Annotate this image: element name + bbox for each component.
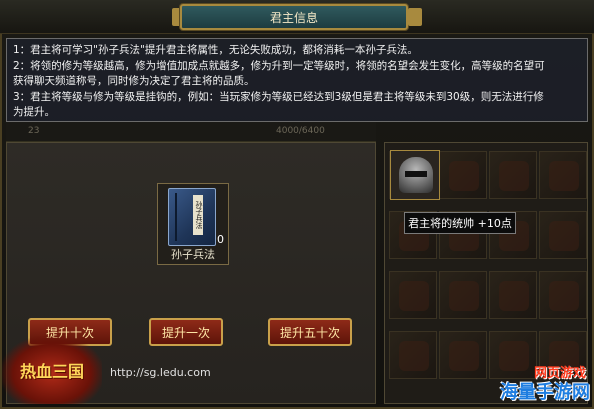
help-line: 3：君主将等级与修为等级是挂钩的，例如：当玩家修为等级已经达到3级但是君主将等级…: [13, 90, 544, 103]
title-bar: 君主信息: [0, 0, 594, 34]
equip-slot[interactable]: [489, 271, 537, 319]
title-ornament-right-icon: [408, 8, 422, 26]
help-line: 获得聊天频道称号，同时修为决定了君主将的品质。: [13, 75, 255, 87]
watermark-bottom: 海量手游网: [500, 382, 590, 403]
site-url[interactable]: http://sg.ledu.com: [110, 366, 211, 379]
help-line: 2：将领的修为等级越高，修为增值加成点就越多，修为升到一定等级时，将领的名望会发…: [13, 59, 545, 72]
helmet-slot[interactable]: [390, 150, 440, 200]
armor-icon: [449, 161, 479, 191]
help-line: 1：君主将可学习"孙子兵法"提升君主将属性，无论失败成功，都将消耗一本孙子兵法。: [13, 44, 418, 56]
item-name: 孙子兵法: [171, 248, 215, 261]
upgrade-one-button[interactable]: 提升一次: [149, 318, 223, 346]
equip-slot[interactable]: [439, 271, 487, 319]
equip-slot[interactable]: [439, 151, 487, 199]
item-count: 0: [217, 233, 224, 246]
equip-slot[interactable]: [389, 331, 437, 379]
game-logo: 热血三国: [2, 336, 102, 404]
armor-icon: [449, 281, 479, 311]
equip-slot[interactable]: [389, 271, 437, 319]
armor-icon: [549, 281, 579, 311]
window-title: 君主信息: [180, 4, 408, 30]
armor-icon: [399, 281, 429, 311]
equip-slot[interactable]: [489, 151, 537, 199]
upgrade-fifty-button[interactable]: 提升五十次: [268, 318, 352, 346]
stat-strip-left: 23: [28, 126, 40, 136]
watermark-logo: 网页游戏 海量手游网: [472, 362, 592, 407]
item-slot-sunzi[interactable]: 孙子兵法 0 孙子兵法: [157, 183, 229, 265]
stat-strip-right: 4000/6400: [276, 126, 325, 136]
book-icon: 孙子兵法: [168, 188, 216, 246]
armor-icon: [399, 341, 429, 371]
equip-slot[interactable]: [539, 211, 587, 259]
armor-icon: [499, 281, 529, 311]
armor-icon: [499, 161, 529, 191]
helmet-icon: [399, 157, 433, 193]
stat-strip: 23 4000/6400: [6, 122, 376, 142]
armor-icon: [549, 221, 579, 251]
armor-icon: [549, 161, 579, 191]
book-cover-text: 孙子兵法: [193, 195, 203, 235]
equip-slot[interactable]: [539, 271, 587, 319]
help-line: 为提升。: [13, 106, 55, 118]
help-tooltip: 1：君主将可学习"孙子兵法"提升君主将属性，无论失败成功，都将消耗一本孙子兵法。…: [6, 38, 588, 122]
equip-slot[interactable]: [539, 151, 587, 199]
equipment-tooltip: 君主将的统帅 +10点: [404, 212, 516, 234]
